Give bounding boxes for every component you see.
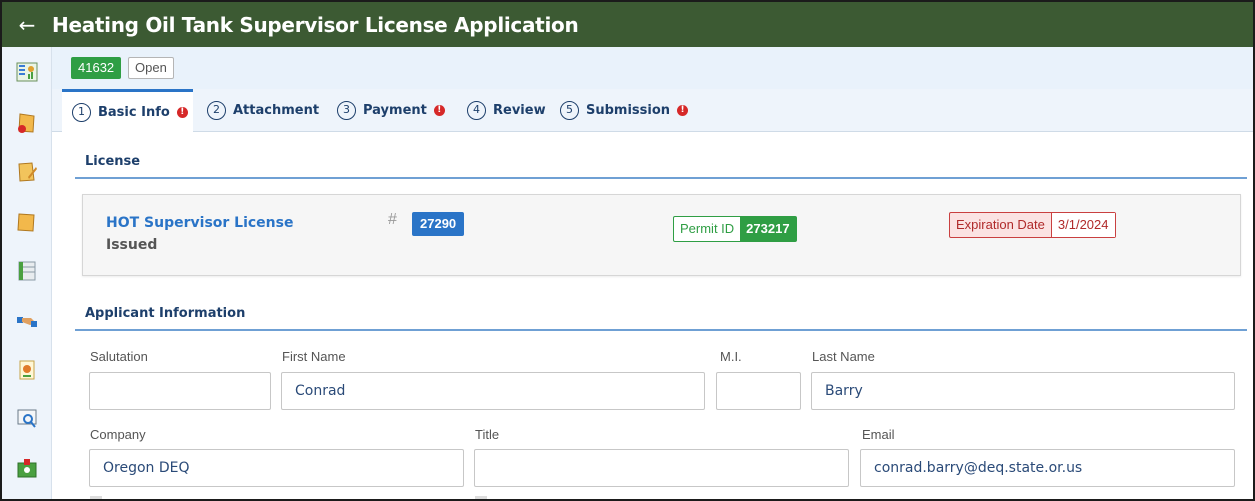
- tab-number: 1: [72, 103, 91, 122]
- first-name-label: First Name: [282, 349, 346, 364]
- title-label: Title: [475, 427, 500, 442]
- tab-bar: 1 Basic Info ! 2 Attachment 3 Payment ! …: [52, 89, 1253, 133]
- page-title: Heating Oil Tank Supervisor License Appl…: [52, 12, 579, 37]
- section-title-applicant: Applicant Information: [85, 306, 246, 321]
- title-bar: ← Heating Oil Tank Supervisor License Ap…: [2, 2, 1253, 47]
- permit-id-value: 273217: [740, 217, 796, 241]
- status-badge: Open: [128, 57, 174, 79]
- email-field[interactable]: conrad.barry@deq.state.or.us: [860, 449, 1235, 487]
- mi-label: M.I.: [720, 349, 742, 364]
- handshake-icon[interactable]: [16, 309, 38, 331]
- app-window: ← Heating Oil Tank Supervisor License Ap…: [0, 0, 1255, 501]
- tab-number: 2: [207, 101, 226, 120]
- id-card-icon[interactable]: [16, 457, 38, 479]
- last-name-field[interactable]: Barry: [811, 372, 1235, 410]
- permit-id-badge: Permit ID 273217: [673, 216, 797, 242]
- new-application-icon[interactable]: [16, 112, 38, 134]
- dashboard-icon[interactable]: [16, 61, 38, 83]
- table-icon[interactable]: [16, 260, 38, 282]
- section-divider: [75, 177, 1247, 179]
- folder-icon[interactable]: [16, 211, 38, 233]
- salutation-field[interactable]: [89, 372, 271, 410]
- expiration-date-label: Expiration Date: [950, 213, 1052, 237]
- mi-field[interactable]: [716, 372, 801, 410]
- permit-id-label: Permit ID: [680, 221, 735, 236]
- alert-icon: !: [433, 105, 445, 116]
- alert-icon: !: [677, 105, 689, 116]
- left-nav: [2, 47, 52, 499]
- edit-document-icon[interactable]: [16, 161, 38, 183]
- expiration-date-badge: Expiration Date 3/1/2024: [949, 212, 1116, 238]
- tab-label: Basic Info: [98, 105, 170, 120]
- next-row-field-edge: [90, 496, 102, 499]
- section-divider: [75, 329, 1247, 331]
- company-field[interactable]: Oregon DEQ: [89, 449, 464, 487]
- tab-number: 3: [337, 101, 356, 120]
- license-name-link[interactable]: HOT Supervisor License: [106, 215, 293, 231]
- company-label: Company: [90, 427, 146, 442]
- license-number-badge: 27290: [412, 212, 465, 236]
- tab-attachment[interactable]: 2 Attachment: [207, 89, 319, 132]
- license-card: HOT Supervisor License Issued # 27290 Pe…: [82, 194, 1241, 276]
- tab-label: Review: [493, 103, 546, 118]
- email-label: Email: [862, 427, 895, 442]
- tab-review[interactable]: 4 Review: [467, 89, 546, 132]
- arrow-left-icon[interactable]: ←: [2, 13, 52, 37]
- hash-symbol: #: [388, 211, 397, 228]
- license-status: Issued: [106, 237, 158, 253]
- section-title-license: License: [85, 154, 141, 169]
- search-report-icon[interactable]: [16, 408, 38, 430]
- alert-icon: !: [176, 107, 188, 118]
- next-row-field-edge: [475, 496, 487, 499]
- last-name-label: Last Name: [812, 349, 875, 364]
- expiration-date-value: 3/1/2024: [1051, 213, 1115, 237]
- tab-label: Payment: [363, 103, 427, 118]
- tab-label: Attachment: [233, 103, 320, 118]
- tab-label: Submission: [586, 103, 671, 118]
- status-row: 41632 Open: [52, 47, 1253, 89]
- tab-number: 5: [560, 101, 579, 120]
- salutation-label: Salutation: [90, 349, 148, 364]
- title-field[interactable]: [474, 449, 849, 487]
- tab-number: 4: [467, 101, 486, 120]
- tab-basic-info[interactable]: 1 Basic Info !: [62, 89, 193, 133]
- tab-payment[interactable]: 3 Payment !: [337, 89, 445, 132]
- certificate-icon[interactable]: [16, 359, 38, 381]
- tab-submission[interactable]: 5 Submission !: [560, 89, 689, 132]
- record-id-badge: 41632: [71, 57, 122, 79]
- first-name-field[interactable]: Conrad: [281, 372, 705, 410]
